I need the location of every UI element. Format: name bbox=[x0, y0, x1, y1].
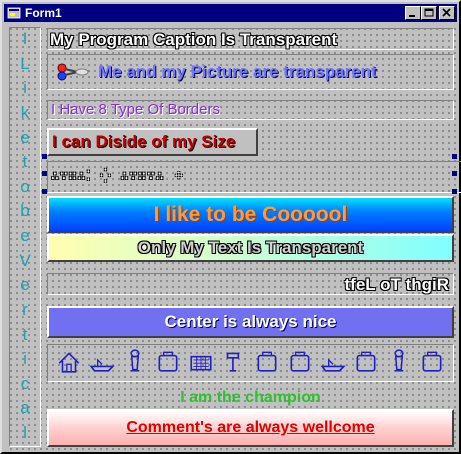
box-icon bbox=[254, 348, 280, 379]
picture-transparent-text: Me and my Picture are transparent bbox=[98, 62, 377, 81]
label-comments: Comment's are always wellcome bbox=[47, 409, 454, 447]
resize-handle-bottom-left[interactable] bbox=[42, 189, 47, 194]
close-button[interactable] bbox=[439, 6, 455, 20]
form1-window: Form1 ILiketobeVertical My Program Capti… bbox=[0, 0, 461, 454]
vertical-char: a bbox=[20, 398, 30, 418]
figure-icon bbox=[122, 348, 148, 379]
vertical-char: c bbox=[20, 373, 30, 393]
hammer-icon bbox=[221, 348, 247, 379]
box-icon bbox=[353, 348, 379, 379]
basket-icon bbox=[188, 348, 214, 379]
resize-handle-top-right[interactable] bbox=[452, 154, 457, 159]
vertical-char: i bbox=[23, 349, 27, 369]
borders-text: I Have 8 Type Of Borders bbox=[51, 101, 220, 118]
box-icon bbox=[287, 348, 313, 379]
vertical-char: I bbox=[22, 29, 28, 48]
label-size: I can Diside of my Size bbox=[47, 128, 258, 156]
figure-icon bbox=[386, 348, 412, 379]
caption-transparent-text: My Program Caption Is Transparent bbox=[50, 30, 338, 49]
champion-text: I am the champion bbox=[180, 389, 321, 406]
center-text: Center is always nice bbox=[164, 312, 337, 331]
vertical-char: e bbox=[20, 127, 30, 147]
vertical-char: i bbox=[23, 78, 27, 98]
vertical-char: k bbox=[20, 102, 30, 122]
scissors-picture-icon bbox=[54, 61, 90, 83]
form-client-area: ILiketobeVertical My Program Caption Is … bbox=[6, 24, 461, 452]
vertical-char: r bbox=[22, 299, 28, 319]
box-icon bbox=[155, 348, 181, 379]
app-icon[interactable] bbox=[7, 6, 21, 20]
cool-text: I like to be Coooool bbox=[153, 203, 348, 226]
resize-handle-middle-right[interactable] bbox=[452, 171, 457, 176]
vertical-char: V bbox=[19, 250, 31, 270]
label-right-to-left: tfeL oT thgiR bbox=[47, 273, 454, 295]
minimize-button[interactable] bbox=[405, 6, 421, 20]
label-cool: I like to be Coooool bbox=[47, 196, 454, 233]
vertical-char: l bbox=[23, 423, 27, 442]
label-champion: I am the champion bbox=[47, 387, 454, 409]
symbols-text: ∴∵∷∴⁚ ⁛ ∴∵∷∵∴ ⁘ bbox=[51, 169, 186, 184]
vertical-char: o bbox=[20, 176, 30, 196]
vertical-char: e bbox=[20, 275, 30, 295]
maximize-button[interactable] bbox=[421, 6, 437, 20]
vertical-char: e bbox=[20, 226, 30, 245]
window-title: Form1 bbox=[25, 6, 62, 20]
title-bar[interactable]: Form1 bbox=[4, 4, 457, 22]
comments-text: Comment's are always wellcome bbox=[126, 419, 375, 436]
box-icon bbox=[419, 348, 445, 379]
label-icon-strip bbox=[47, 344, 454, 382]
right-to-left-text: tfeL oT thgiR bbox=[344, 275, 450, 294]
label-picture-transparent: Me and my Picture are transparent bbox=[47, 54, 454, 90]
label-text-transparent: Only My Text Is Transparent bbox=[47, 234, 454, 262]
resize-handle-middle-left[interactable] bbox=[42, 171, 47, 176]
label-caption-transparent: My Program Caption Is Transparent bbox=[47, 28, 454, 50]
label-center: Center is always nice bbox=[47, 306, 454, 338]
house-icon bbox=[56, 348, 82, 379]
vertical-char: t bbox=[22, 324, 28, 344]
label-borders: I Have 8 Type Of Borders bbox=[47, 100, 454, 120]
resize-handle-bottom-right[interactable] bbox=[452, 189, 457, 194]
resize-handle-top-left[interactable] bbox=[42, 154, 47, 159]
boat-icon bbox=[320, 348, 346, 379]
vertical-label: ILiketobeVertical bbox=[9, 27, 41, 447]
boat-icon bbox=[89, 348, 115, 379]
vertical-char: t bbox=[22, 152, 28, 172]
text-transparent-text: Only My Text Is Transparent bbox=[137, 238, 364, 257]
size-text: I can Diside of my Size bbox=[52, 132, 236, 151]
label-symbols-selected[interactable]: ∴∵∷∴⁚ ⁛ ∴∵∷∵∴ ⁘ bbox=[47, 161, 461, 193]
vertical-char: L bbox=[20, 53, 30, 73]
vertical-char: b bbox=[20, 201, 30, 221]
